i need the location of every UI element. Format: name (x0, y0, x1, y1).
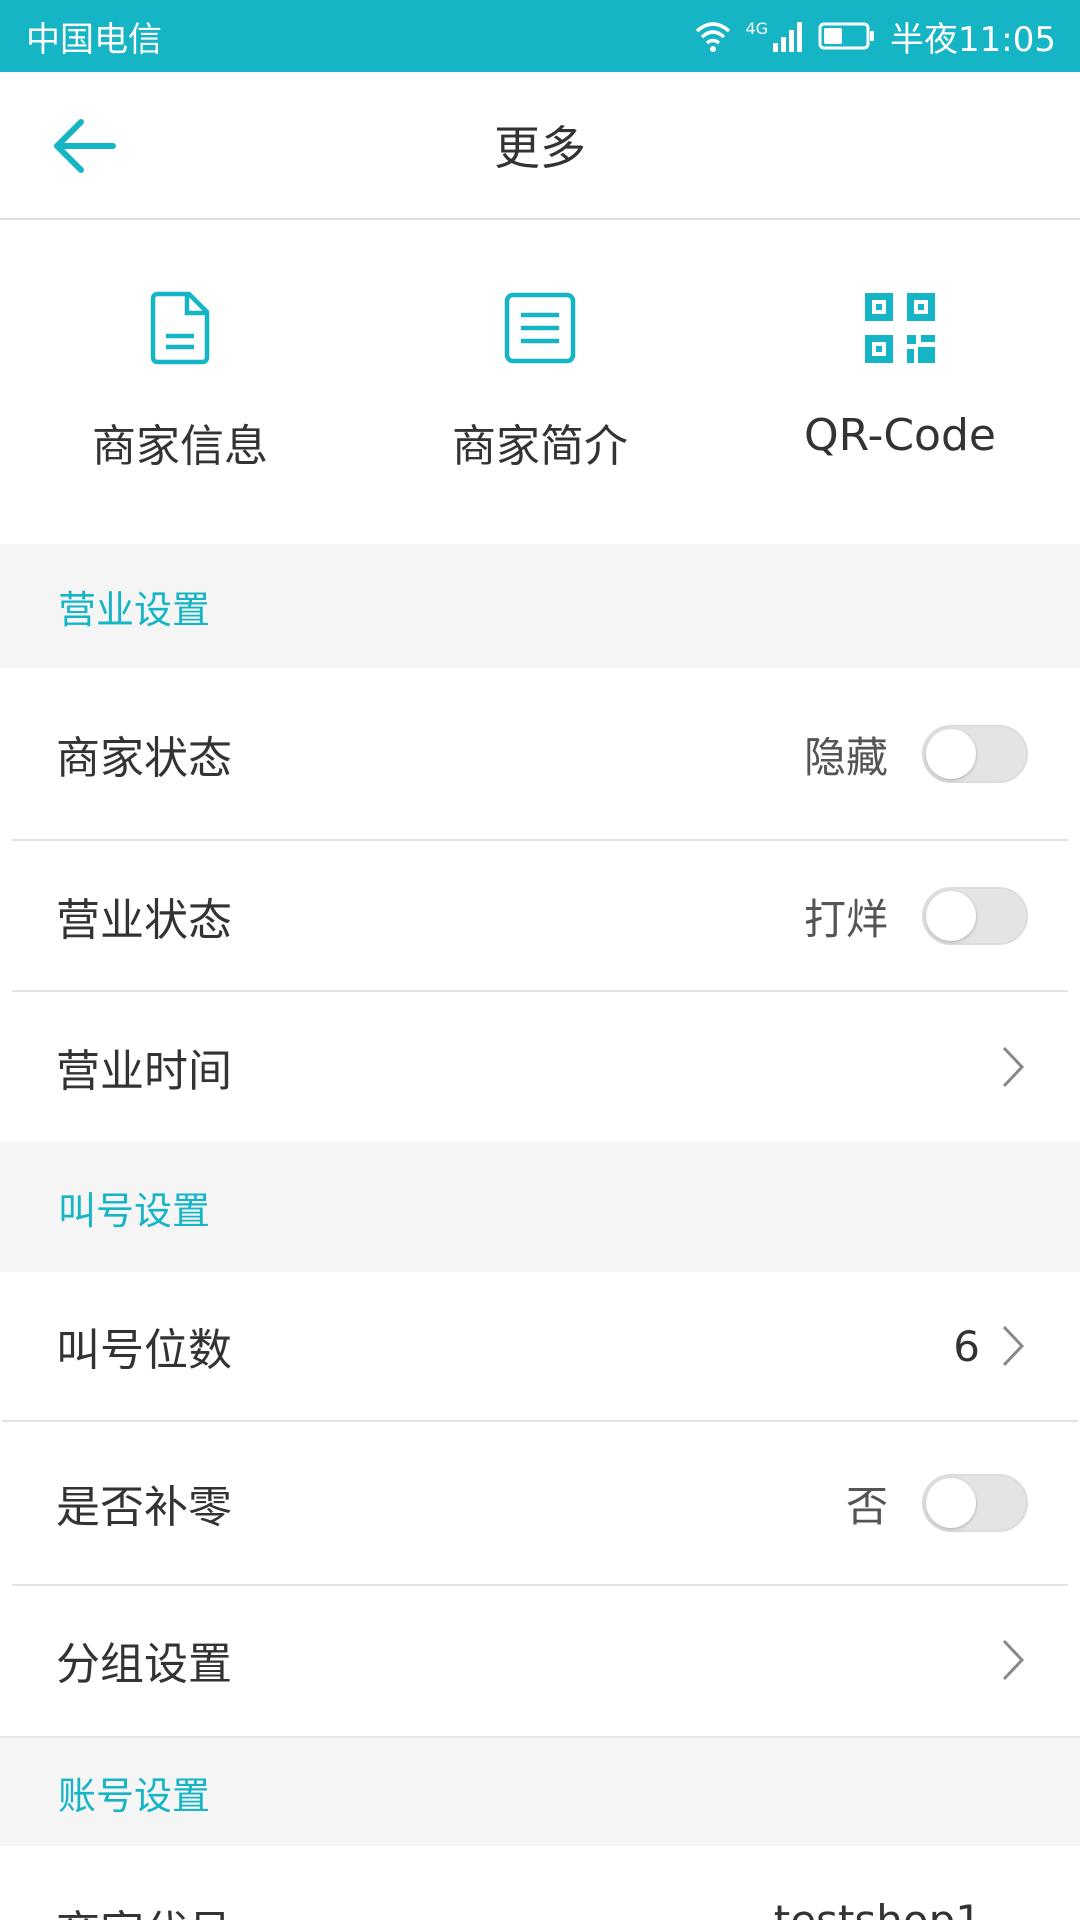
business-status-row: 营业状态 打烊 (0, 841, 1080, 991)
group-settings-row[interactable]: 分组设置 (0, 1586, 1080, 1734)
status-right: 4G 半夜11:05 (693, 12, 1056, 61)
document-icon (142, 290, 218, 366)
status-icons: 4G (693, 19, 876, 53)
merchant-status-row: 商家状态 隐藏 (0, 668, 1080, 840)
page-title: 更多 (494, 121, 586, 175)
signal-icon (773, 22, 803, 52)
list-document-icon (502, 290, 578, 366)
merchant-code-label: 商家代号 (56, 1896, 774, 1920)
zero-pad-toggle[interactable] (922, 1474, 1028, 1532)
chevron-right-icon (998, 1324, 1028, 1368)
chevron-right-icon (998, 1638, 1028, 1682)
merchant-status-value: 隐藏 (803, 732, 888, 782)
qr-code-button[interactable]: QR-Code (720, 222, 1080, 544)
toggle-knob (926, 1478, 976, 1528)
qr-code-label: QR-Code (804, 410, 996, 461)
call-digits-row[interactable]: 叫号位数 6 (0, 1272, 1080, 1420)
chevron-right-icon (998, 1045, 1028, 1089)
business-hours-label: 营业时间 (56, 1046, 232, 1097)
group-settings-label: 分组设置 (56, 1639, 232, 1690)
network-type-label: 4G (745, 19, 769, 38)
toggle-knob (926, 729, 976, 779)
battery-icon (818, 22, 875, 50)
call-digits-value: 6 (953, 1321, 980, 1371)
business-status-toggle[interactable] (922, 887, 1028, 945)
zero-pad-value: 否 (845, 1481, 888, 1531)
status-bar: 中国电信 4G 半夜11:05 (0, 0, 1080, 72)
merchant-intro-label: 商家简介 (452, 421, 628, 472)
call-digits-label: 叫号位数 (56, 1325, 232, 1376)
section-business-settings: 营业设置 (0, 544, 1080, 668)
merchant-intro-button[interactable]: 商家简介 (360, 222, 720, 544)
carrier-label: 中国电信 (26, 19, 162, 60)
business-hours-row[interactable]: 营业时间 (0, 992, 1080, 1142)
business-status-label: 营业状态 (56, 895, 232, 946)
clock-label: 半夜11:05 (890, 19, 1056, 60)
qr-code-icon (862, 290, 938, 366)
zero-pad-row: 是否补零 否 (0, 1422, 1080, 1584)
merchant-code-row: 商家代号 testshop1 (0, 1846, 1080, 1920)
business-status-value: 打烊 (803, 894, 888, 944)
zero-pad-label: 是否补零 (56, 1482, 232, 1533)
app-header: 更多 (0, 72, 1080, 220)
merchant-info-button[interactable]: 商家信息 (0, 222, 360, 544)
toggle-knob (926, 891, 976, 941)
wifi-icon (696, 22, 731, 52)
merchant-info-label: 商家信息 (92, 421, 268, 472)
merchant-status-label: 商家状态 (56, 733, 232, 784)
merchant-status-toggle[interactable] (922, 725, 1028, 783)
merchant-code-value: testshop1 (774, 1896, 982, 1920)
quick-actions: 商家信息 商家简介 QR-Code (0, 222, 1080, 544)
section-account-settings: 账号设置 (0, 1736, 1080, 1846)
section-call-settings: 叫号设置 (0, 1142, 1080, 1272)
